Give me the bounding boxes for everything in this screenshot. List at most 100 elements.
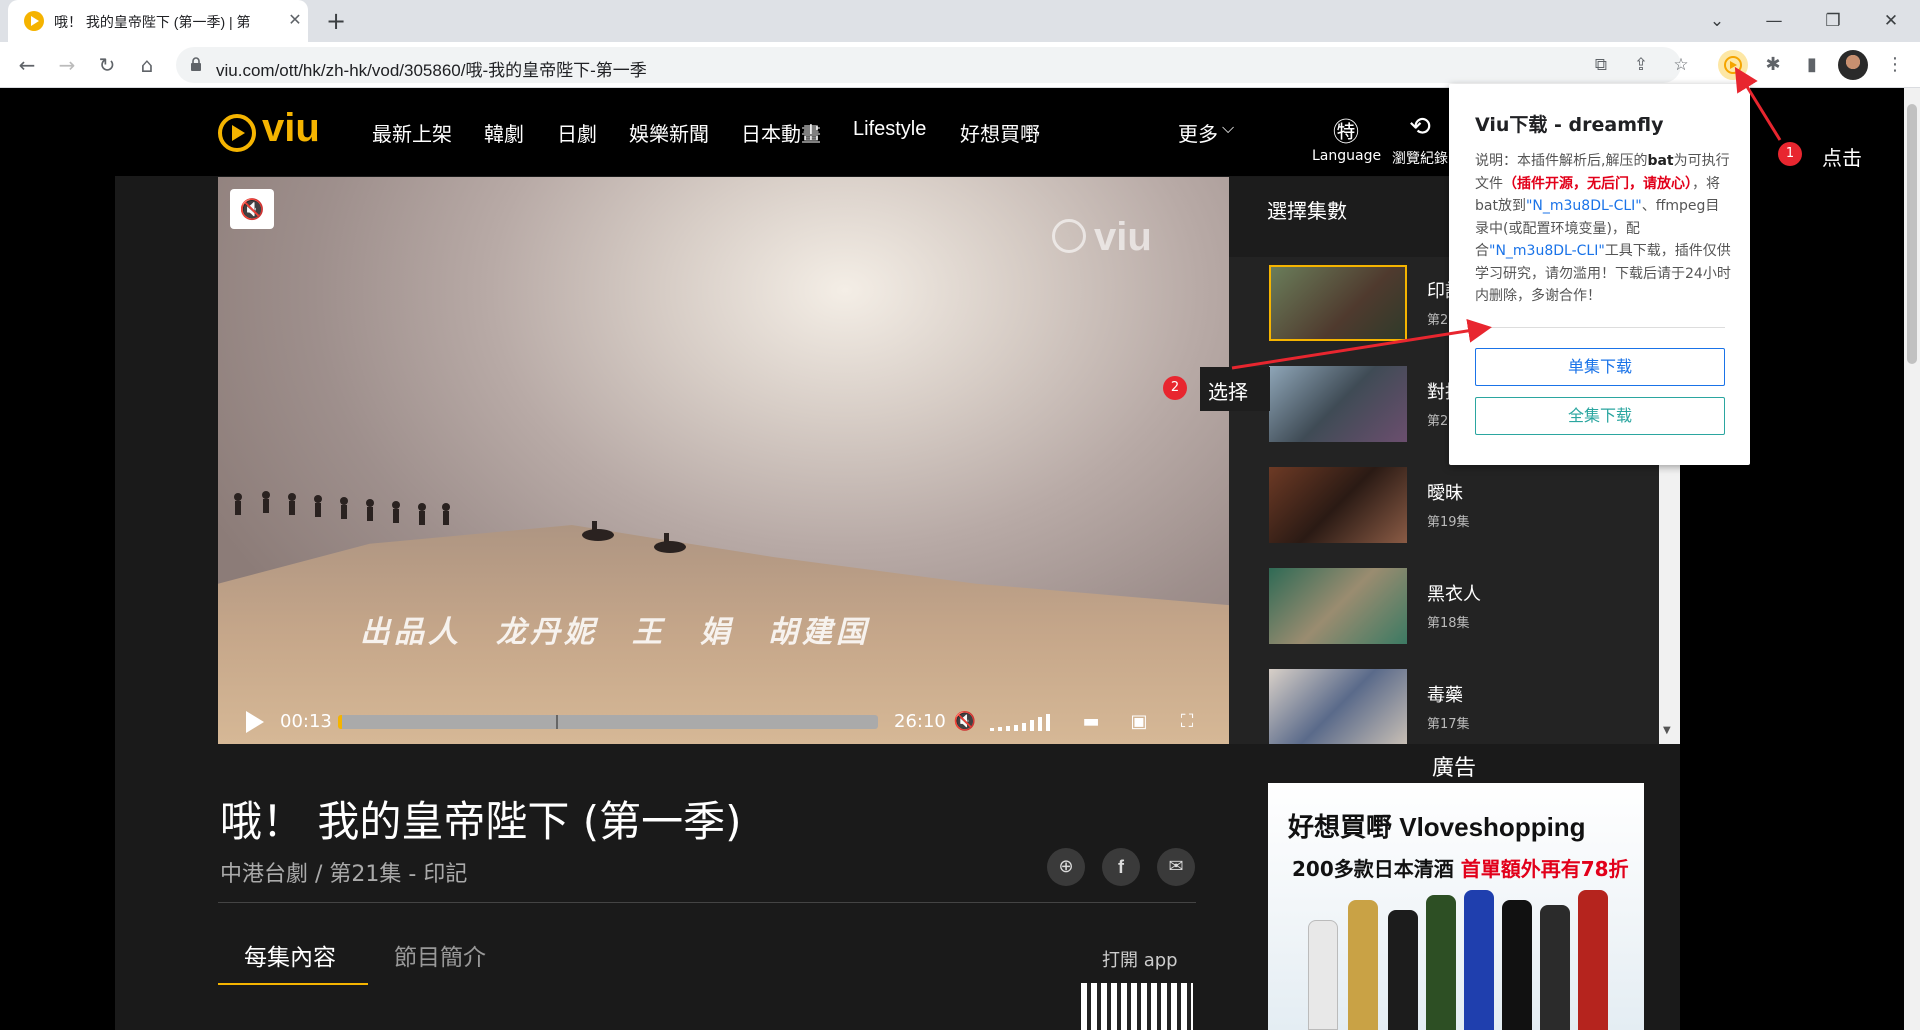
extensions-puzzle-icon[interactable]: ✱ (1758, 50, 1788, 80)
nav-korean[interactable]: 韓劇 (484, 118, 524, 147)
scroll-down-arrow-icon[interactable]: ▼ (1663, 725, 1671, 736)
viu-logo-play-icon (218, 114, 256, 152)
reload-icon[interactable]: ↻ (92, 50, 122, 80)
ad-bottle (1388, 910, 1418, 1030)
nav-ent-news[interactable]: 娛樂新聞 (629, 118, 709, 147)
episode-number: 第19集 (1427, 515, 1470, 530)
viu-watermark-icon (1052, 219, 1086, 253)
current-time: 00:13 (280, 711, 332, 732)
total-time: 26:10 (894, 711, 946, 732)
progress-bar[interactable] (338, 715, 878, 729)
ad-bottle (1578, 890, 1608, 1030)
extension-popup: Viu下载 - dreamfly 说明：本插件解析后,解压的bat为可执行文件（… (1449, 84, 1750, 465)
tab-search-icon[interactable]: ⌄ (1700, 6, 1734, 36)
nav-more[interactable]: 更多 (1178, 118, 1218, 147)
nav-shopping[interactable]: 好想買嘢 (960, 118, 1040, 147)
active-tab-underline (218, 983, 368, 985)
subtitles-icon[interactable]: ▬ (1076, 711, 1106, 732)
popup-title: Viu下载 - dreamfly (1475, 114, 1664, 136)
mute-toggle-icon[interactable]: 🔇 (230, 189, 274, 229)
viu-logo[interactable]: viu (218, 106, 330, 156)
fullscreen-icon[interactable]: ⛶ (1172, 711, 1202, 732)
progress-fill (338, 715, 342, 729)
episode-item[interactable]: 毒藥 第17集 (1229, 661, 1659, 744)
show-title: 哦！ 我的皇帝陛下 (第一季) (220, 797, 742, 846)
annotation-badge-1: 1 (1778, 142, 1802, 166)
language-icon[interactable]: ㊕ (1326, 112, 1366, 148)
facebook-icon[interactable]: f (1102, 848, 1140, 886)
episode-name: 曖昧 (1427, 483, 1463, 504)
nav-japanese[interactable]: 日劇 (557, 118, 597, 147)
profile-avatar[interactable] (1838, 50, 1868, 80)
viu-watermark: viu (1094, 215, 1152, 259)
popup-divider (1475, 327, 1725, 328)
language-label[interactable]: Language (1312, 148, 1381, 164)
ad-bottle (1464, 890, 1494, 1030)
video-frame-silhouettes (234, 491, 686, 553)
picture-in-picture-icon[interactable]: ▣ (1124, 711, 1154, 732)
episode-panel-title: 選擇集數 (1267, 199, 1347, 223)
play-icon[interactable] (246, 711, 264, 733)
email-icon[interactable]: ✉ (1157, 848, 1195, 886)
browser-tab[interactable]: 哦！ 我的皇帝陛下 (第一季) | 第 ✕ (8, 0, 308, 42)
video-player[interactable]: 🔇 viu 出品人 龙丹妮 王 娟 胡建国 00:13 26:10 🔇 ▬ ▣ … (218, 177, 1229, 744)
restore-icon[interactable]: ❐ (1816, 6, 1850, 36)
ad-bottle (1348, 900, 1378, 1030)
address-bar[interactable]: viu.com/ott/hk/zh-hk/vod/305860/哦-我的皇帝陛下… (176, 47, 1689, 83)
ad-bottle (1502, 900, 1532, 1030)
viu-favicon-icon (24, 11, 44, 31)
nav-latest[interactable]: 最新上架 (372, 118, 452, 147)
back-icon[interactable]: ← (12, 50, 42, 80)
qr-code (1081, 983, 1193, 1030)
side-panel-icon[interactable]: ▮ (1797, 50, 1827, 80)
nav-anime[interactable]: 日本動畫 (741, 118, 821, 147)
ad-bottle (1426, 895, 1456, 1030)
browser-toolbar: ← → ↻ ⌂ viu.com/ott/hk/zh-hk/vod/305860/… (0, 42, 1920, 88)
annotation-badge-2: 2 (1163, 376, 1187, 400)
annotation-label-click: 点击 (1822, 146, 1862, 170)
volume-muted-icon[interactable]: 🔇 (950, 711, 980, 732)
translate-icon[interactable]: ⧉ (1588, 53, 1614, 77)
ad-headline: 200多款日本清酒 首單額外再有78折 (1292, 857, 1629, 881)
popup-description: 说明：本插件解析后,解压的bat为可执行文件（插件开源，无后门，请放心），将ba… (1475, 153, 1731, 304)
volume-slider[interactable] (990, 711, 1056, 731)
tab-episodes[interactable]: 每集內容 (244, 938, 336, 972)
episode-thumbnail (1269, 568, 1407, 644)
all-episodes-download-button[interactable]: 全集下载 (1475, 397, 1725, 435)
episode-name: 黑衣人 (1427, 584, 1481, 605)
history-icon[interactable]: ⟲ (1400, 112, 1440, 142)
single-episode-download-button[interactable]: 单集下载 (1475, 348, 1725, 386)
home-icon[interactable]: ⌂ (132, 50, 162, 80)
ad-bottle (1308, 920, 1338, 1030)
tab-intro[interactable]: 節目簡介 (394, 938, 486, 972)
divider (218, 902, 1196, 903)
buffer-marker (556, 715, 558, 729)
tab-title: 哦！ 我的皇帝陛下 (第一季) | 第 (54, 14, 251, 30)
close-window-icon[interactable]: ✕ (1874, 6, 1908, 36)
tab-close-icon[interactable]: ✕ (284, 9, 306, 31)
history-label[interactable]: 瀏覽紀錄 (1392, 148, 1448, 168)
bookmark-star-icon[interactable]: ☆ (1668, 53, 1694, 77)
menu-kebab-icon[interactable]: ⋮ (1880, 50, 1910, 80)
page-scrollbar-thumb[interactable] (1907, 104, 1917, 364)
share-icon[interactable]: ⇪ (1628, 53, 1654, 77)
open-app-label: 打開 app (1102, 950, 1178, 971)
episode-number: 第17集 (1427, 717, 1470, 732)
lock-icon (191, 57, 201, 71)
url-text: viu.com/ott/hk/zh-hk/vod/305860/哦-我的皇帝陛下… (216, 61, 647, 80)
show-subtitle: 中港台劇 / 第21集 - 印記 (220, 862, 468, 887)
nav-lifestyle[interactable]: Lifestyle (853, 118, 926, 141)
minimize-icon[interactable]: — (1757, 6, 1791, 36)
forward-icon[interactable]: → (52, 50, 82, 80)
video-controls: 00:13 26:10 🔇 ▬ ▣ ⛶ (218, 699, 1229, 744)
new-tab-icon[interactable]: + (322, 8, 350, 36)
episode-item[interactable]: 曖昧 第19集 (1229, 459, 1659, 559)
chevron-down-icon: ⌵ (1222, 118, 1235, 137)
page-scrollbar[interactable] (1904, 88, 1920, 1030)
episode-thumbnail (1269, 265, 1407, 341)
ad-banner[interactable]: 好想買嘢 Vloveshopping 200多款日本清酒 首單額外再有78折 (1268, 783, 1644, 1030)
episode-item[interactable]: 黑衣人 第18集 (1229, 560, 1659, 660)
episode-thumbnail (1269, 366, 1407, 442)
viu-extension-icon[interactable] (1718, 50, 1748, 80)
add-to-list-icon[interactable]: ⊕ (1047, 848, 1085, 886)
